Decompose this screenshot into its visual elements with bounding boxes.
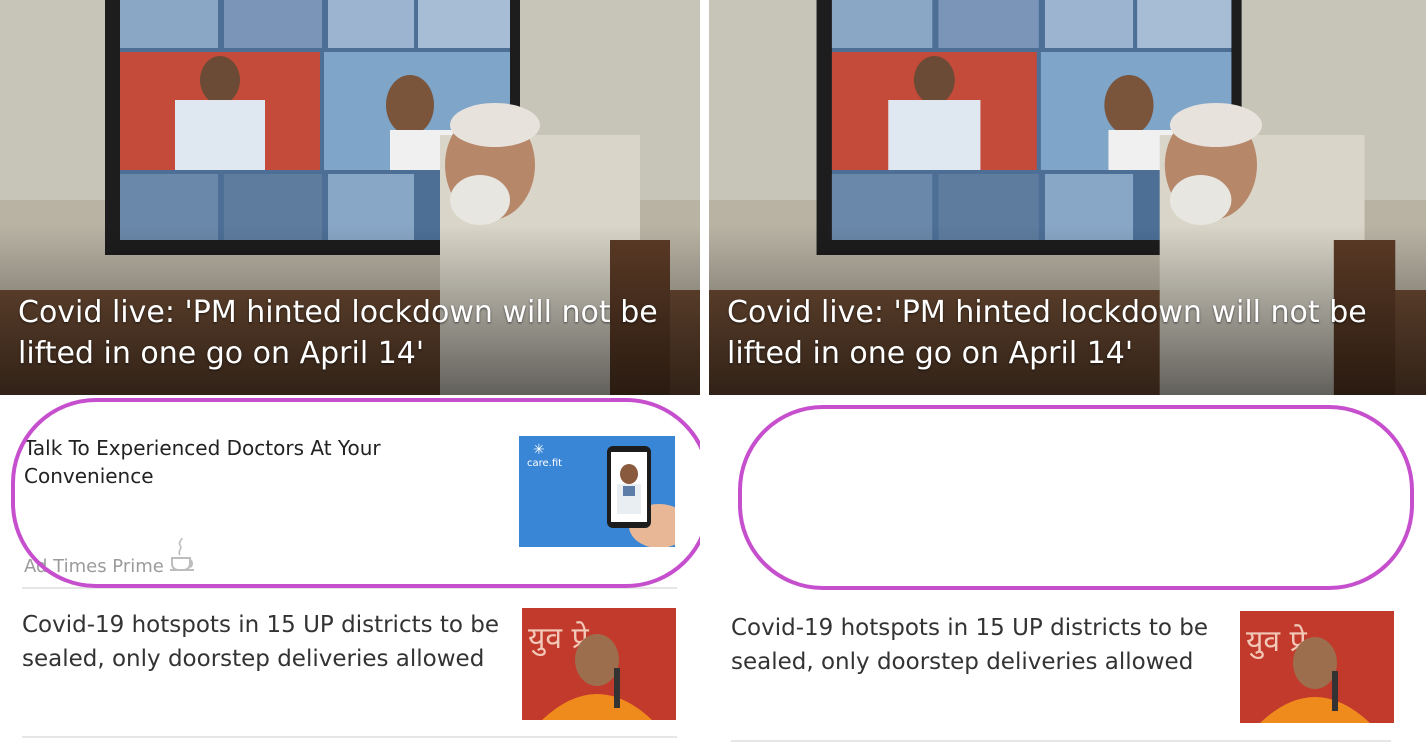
hero-title: Covid live: 'PM hinted lockdown will not…	[18, 295, 658, 371]
screen-before: Covid live: 'PM hinted lockdown will not…	[0, 0, 711, 742]
screen-after: Covid live: 'PM hinted lockdown will not…	[709, 0, 1426, 742]
hero-article[interactable]: Covid live: 'PM hinted lockdown will not…	[709, 0, 1426, 395]
news-item[interactable]: Covid-19 hotspots in 15 UP districts to …	[709, 608, 1426, 728]
news-thumbnail: युव प्रे	[522, 608, 676, 720]
ad-highlight-ring	[11, 398, 711, 588]
empty-ad-slot-highlight	[738, 405, 1414, 590]
divider	[22, 736, 677, 738]
news-item[interactable]: Covid-19 hotspots in 15 UP districts to …	[0, 605, 700, 725]
hero-title: Covid live: 'PM hinted lockdown will not…	[727, 295, 1367, 371]
panel-gap	[700, 0, 709, 742]
news-thumbnail: युव प्रे	[1240, 611, 1394, 723]
hero-article[interactable]: Covid live: 'PM hinted lockdown will not…	[0, 0, 700, 395]
news-title: Covid-19 hotspots in 15 UP districts to …	[22, 612, 500, 672]
news-title: Covid-19 hotspots in 15 UP districts to …	[731, 615, 1209, 675]
